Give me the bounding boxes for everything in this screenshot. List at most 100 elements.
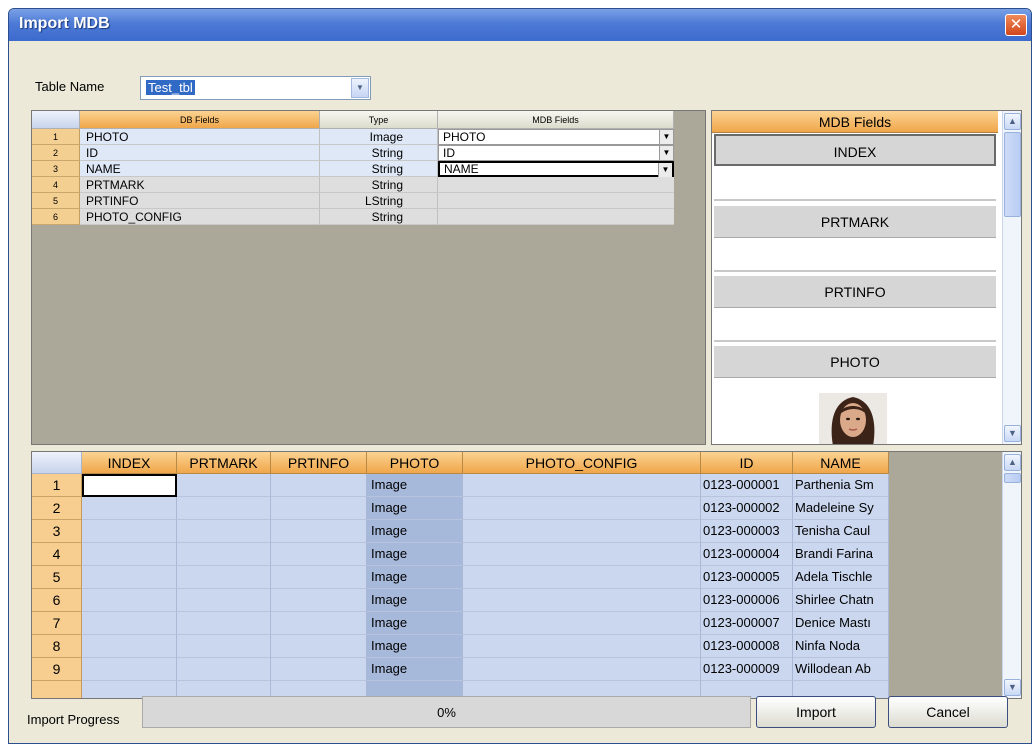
- photo-config-cell[interactable]: [463, 658, 701, 681]
- name-cell[interactable]: Madeleine Sy: [793, 497, 889, 520]
- map-row[interactable]: 1 PHOTO Image PHOTO ▼: [32, 129, 674, 145]
- arrow-up-icon[interactable]: ▲: [1004, 454, 1021, 471]
- table-name-combo[interactable]: Test_tbl ▼: [140, 76, 371, 100]
- id-cell[interactable]: 0123-000007: [701, 612, 793, 635]
- prtmark-cell[interactable]: [177, 635, 271, 658]
- mdb-fields-panel[interactable]: MDB Fields INDEX PRTMARK PRTINFO PHOTO ▲…: [711, 110, 1022, 445]
- prtinfo-cell[interactable]: [271, 635, 367, 658]
- table-row[interactable]: 9 Image 0123-000009 Willodean Ab: [32, 658, 898, 681]
- data-preview-grid[interactable]: INDEX PRTMARK PRTINFO PHOTO PHOTO_CONFIG…: [31, 451, 1022, 699]
- id-cell[interactable]: 0123-000002: [701, 497, 793, 520]
- photo-config-cell[interactable]: [463, 635, 701, 658]
- prtmark-cell[interactable]: [177, 612, 271, 635]
- prtinfo-cell[interactable]: [271, 520, 367, 543]
- index-cell[interactable]: [82, 497, 177, 520]
- grid-corner[interactable]: [32, 111, 80, 129]
- map-row[interactable]: 4 PRTMARK String: [32, 177, 674, 193]
- name-cell[interactable]: Parthenia Sm: [793, 474, 889, 497]
- chevron-down-icon[interactable]: ▼: [658, 163, 672, 177]
- header-mdb-fields[interactable]: MDB Fields: [438, 111, 674, 129]
- name-cell[interactable]: Adela Tischle: [793, 566, 889, 589]
- photo-cell[interactable]: Image: [367, 589, 463, 612]
- photo-cell[interactable]: Image: [367, 474, 463, 497]
- header-type[interactable]: Type: [320, 111, 438, 129]
- index-cell[interactable]: [82, 543, 177, 566]
- index-cell[interactable]: [82, 474, 177, 497]
- photo-cell[interactable]: Image: [367, 543, 463, 566]
- mdb-field-cell[interactable]: [438, 177, 674, 193]
- table-row[interactable]: 3 Image 0123-000003 Tenisha Caul: [32, 520, 898, 543]
- id-cell[interactable]: 0123-000009: [701, 658, 793, 681]
- grid-corner[interactable]: [32, 452, 82, 474]
- index-cell[interactable]: [82, 520, 177, 543]
- table-row[interactable]: 1 Image 0123-000001 Parthenia Sm: [32, 474, 898, 497]
- id-cell[interactable]: 0123-000005: [701, 566, 793, 589]
- prtinfo-cell[interactable]: [271, 589, 367, 612]
- photo-config-cell[interactable]: [463, 497, 701, 520]
- name-cell[interactable]: Brandi Farina: [793, 543, 889, 566]
- arrow-down-icon[interactable]: ▼: [1004, 679, 1021, 696]
- prtmark-cell[interactable]: [177, 497, 271, 520]
- index-cell[interactable]: [82, 658, 177, 681]
- photo-config-cell[interactable]: [463, 589, 701, 612]
- title-bar[interactable]: Import MDB ✕: [9, 9, 1031, 41]
- header-name[interactable]: NAME: [793, 452, 889, 474]
- table-row[interactable]: 6 Image 0123-000006 Shirlee Chatn: [32, 589, 898, 612]
- prtinfo-cell[interactable]: [271, 543, 367, 566]
- photo-cell[interactable]: Image: [367, 635, 463, 658]
- chevron-down-icon[interactable]: ▼: [351, 78, 369, 98]
- photo-cell[interactable]: Image: [367, 497, 463, 520]
- cancel-button[interactable]: Cancel: [888, 696, 1008, 728]
- table-row[interactable]: 5 Image 0123-000005 Adela Tischle: [32, 566, 898, 589]
- db-field-cell[interactable]: PHOTO_CONFIG: [80, 209, 320, 225]
- name-cell[interactable]: Denice Mastı: [793, 612, 889, 635]
- header-photo[interactable]: PHOTO: [367, 452, 463, 474]
- prtmark-cell[interactable]: [177, 566, 271, 589]
- table-row[interactable]: 4 Image 0123-000004 Brandi Farina: [32, 543, 898, 566]
- chevron-down-icon[interactable]: ▼: [659, 130, 673, 144]
- prtmark-cell[interactable]: [177, 543, 271, 566]
- photo-config-cell[interactable]: [463, 543, 701, 566]
- map-row[interactable]: 3 NAME String NAME ▼: [32, 161, 674, 177]
- prtinfo-cell[interactable]: [271, 658, 367, 681]
- db-field-cell[interactable]: ID: [80, 145, 320, 161]
- prtinfo-cell[interactable]: [271, 566, 367, 589]
- mdb-field-photo[interactable]: PHOTO: [714, 346, 996, 378]
- name-cell[interactable]: Ninfa Noda: [793, 635, 889, 658]
- photo-config-cell[interactable]: [463, 612, 701, 635]
- scroll-thumb[interactable]: [1004, 132, 1021, 217]
- mdb-field-prtinfo[interactable]: PRTINFO: [714, 276, 996, 308]
- close-icon[interactable]: ✕: [1005, 14, 1027, 36]
- db-field-cell[interactable]: PRTMARK: [80, 177, 320, 193]
- mdb-field-cell[interactable]: [438, 209, 674, 225]
- table-row[interactable]: 2 Image 0123-000002 Madeleine Sy: [32, 497, 898, 520]
- prtmark-cell[interactable]: [177, 589, 271, 612]
- mdb-field-select[interactable]: ID ▼: [438, 145, 674, 161]
- db-field-cell[interactable]: PRTINFO: [80, 193, 320, 209]
- mdb-field-select[interactable]: PHOTO ▼: [438, 129, 674, 145]
- db-field-cell[interactable]: NAME: [80, 161, 320, 177]
- map-row[interactable]: 2 ID String ID ▼: [32, 145, 674, 161]
- header-id[interactable]: ID: [701, 452, 793, 474]
- import-button[interactable]: Import: [756, 696, 876, 728]
- table-name-value[interactable]: Test_tbl: [146, 80, 195, 95]
- photo-config-cell[interactable]: [463, 474, 701, 497]
- id-cell[interactable]: 0123-000008: [701, 635, 793, 658]
- index-cell[interactable]: [82, 612, 177, 635]
- arrow-up-icon[interactable]: ▲: [1004, 113, 1021, 130]
- id-cell[interactable]: 0123-000004: [701, 543, 793, 566]
- id-cell[interactable]: 0123-000003: [701, 520, 793, 543]
- photo-cell[interactable]: Image: [367, 612, 463, 635]
- id-cell[interactable]: 0123-000006: [701, 589, 793, 612]
- data-grid-scrollbar[interactable]: ▲ ▼: [1002, 452, 1021, 698]
- scroll-thumb[interactable]: [1004, 473, 1021, 483]
- mdb-field-cell[interactable]: [438, 193, 674, 209]
- mdb-field-index[interactable]: INDEX: [714, 134, 996, 166]
- header-index[interactable]: INDEX: [82, 452, 177, 474]
- photo-config-cell[interactable]: [463, 566, 701, 589]
- photo-cell[interactable]: Image: [367, 658, 463, 681]
- map-row[interactable]: 5 PRTINFO LString: [32, 193, 674, 209]
- header-prtmark[interactable]: PRTMARK: [177, 452, 271, 474]
- index-cell[interactable]: [82, 589, 177, 612]
- table-row[interactable]: 8 Image 0123-000008 Ninfa Noda: [32, 635, 898, 658]
